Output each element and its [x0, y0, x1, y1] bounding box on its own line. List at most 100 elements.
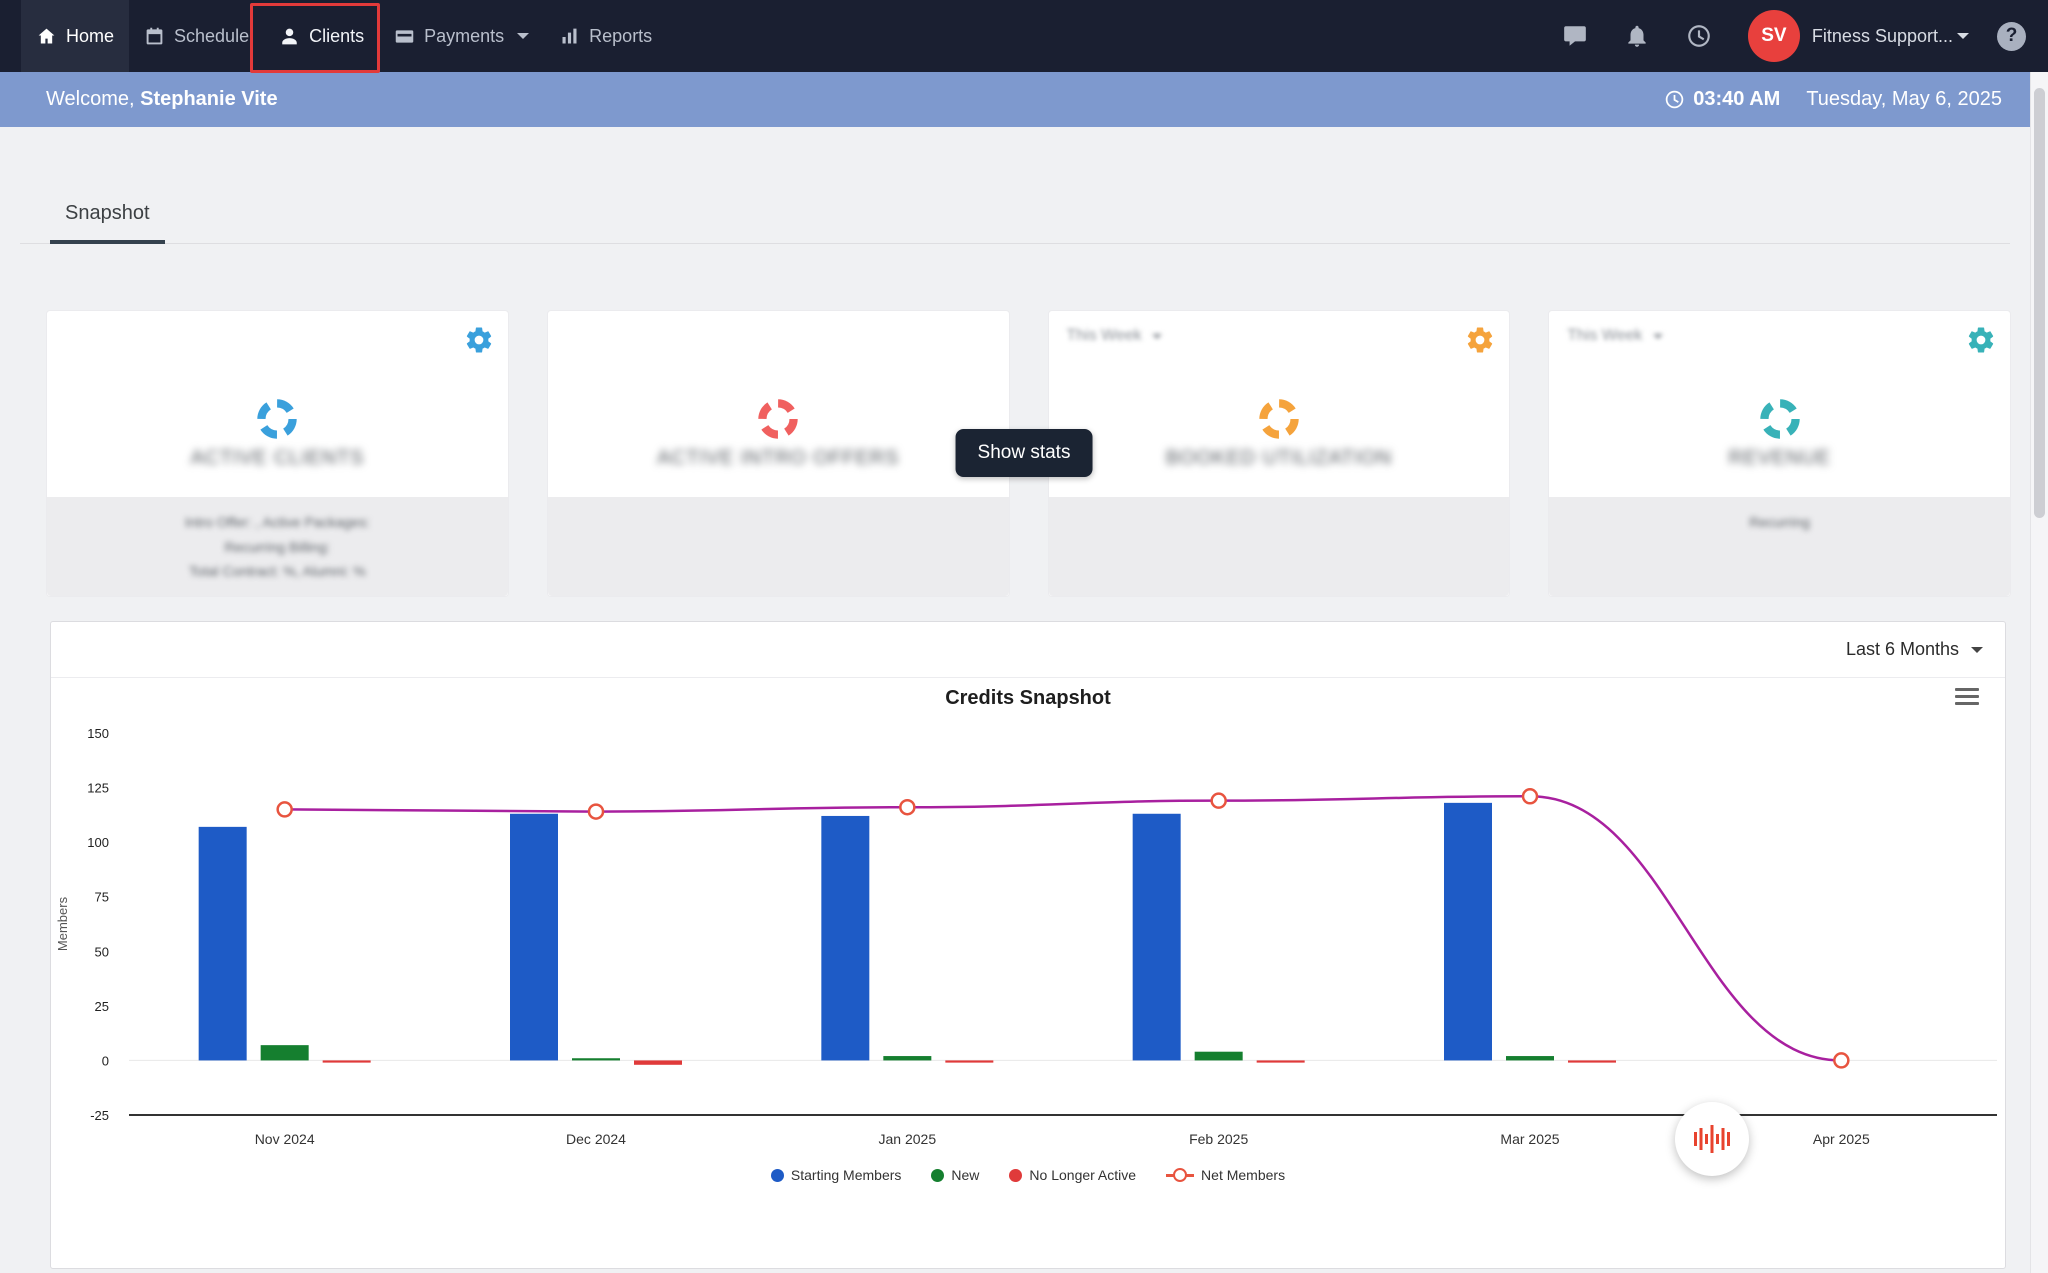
footer-line: Total Contract: %, Alumni: % — [189, 563, 366, 579]
loading-donut-icon — [1758, 397, 1802, 441]
credits-chart: 150 125 100 75 50 25 0 -25 Members Nov 2024 Dec 20… — [55, 726, 1997, 1147]
calendar-icon — [144, 26, 165, 47]
svg-text:Apr 2025: Apr 2025 — [1813, 1131, 1870, 1147]
legend-dot-icon — [1009, 1168, 1023, 1182]
chart-menu-icon[interactable] — [1955, 688, 1979, 709]
loading-donut-icon — [255, 397, 299, 441]
chart-panel-header: Last 6 Months — [51, 622, 2005, 678]
card-footer — [547, 497, 1009, 596]
svg-text:Dec 2024: Dec 2024 — [566, 1131, 626, 1147]
svg-text:100: 100 — [87, 835, 109, 850]
card-title: ACTIVE CLIENTS — [190, 447, 365, 469]
payments-icon — [394, 26, 415, 47]
card-title: REVENUE — [1728, 447, 1831, 469]
range-selector[interactable]: Last 6 Months — [1846, 639, 1983, 660]
svg-text:150: 150 — [87, 726, 109, 741]
tab-bar: Snapshot — [20, 187, 2010, 244]
card-body: This Week BOOKED UTILIZATION — [1049, 311, 1510, 497]
chevron-down-icon — [517, 33, 530, 39]
welcome-greeting: Welcome, Stephanie Vite — [46, 88, 278, 110]
card-title: BOOKED UTILIZATION — [1165, 447, 1393, 469]
svg-text:125: 125 — [87, 781, 109, 796]
clock-icon[interactable] — [1686, 23, 1712, 49]
chevron-down-icon — [1652, 333, 1663, 339]
nav-item-payments[interactable]: Payments — [379, 0, 544, 72]
nav-label-home: Home — [66, 25, 115, 46]
dashboard-page: Home Schedule Clients Payments Reports S… — [0, 0, 2048, 1273]
current-date: Tuesday, May 6, 2025 — [1806, 88, 2002, 110]
welcome-bar: Welcome, Stephanie Vite 03:40 AM Tuesday… — [0, 72, 2048, 127]
svg-text:25: 25 — [95, 999, 109, 1014]
clock-icon — [1664, 89, 1685, 110]
period-selector[interactable]: This Week — [1067, 327, 1162, 345]
card-body: This Week REVENUE — [1549, 311, 2010, 497]
stat-card-booked-utilization: This Week BOOKED UTILIZATION — [1047, 310, 1511, 597]
user-icon — [279, 26, 300, 47]
nav-label-schedule: Schedule — [174, 25, 250, 46]
chart-title: Credits Snapshot — [945, 687, 1111, 709]
show-stats-button[interactable]: Show stats — [955, 429, 1093, 477]
legend-label: Net Members — [1201, 1167, 1286, 1183]
card-body: ACTIVE INTRO OFFERS — [548, 311, 1009, 497]
loading-donut-icon — [1257, 397, 1301, 441]
chevron-down-icon — [1971, 646, 1983, 653]
legend-dot-icon — [770, 1168, 784, 1182]
card-body: ACTIVE CLIENTS — [47, 311, 508, 497]
card-footer: Intro Offer: , Active Packages: Recurrin… — [47, 497, 508, 596]
home-icon — [36, 26, 57, 47]
equalizer-bars-icon — [1694, 1125, 1730, 1153]
footer-line: Recurring — [1749, 514, 1810, 530]
bell-icon[interactable] — [1624, 23, 1650, 49]
nav-right-cluster: SV Fitness Support... ? — [1562, 0, 2048, 72]
card-footer — [1048, 497, 1510, 596]
legend-item-net-members[interactable]: Net Members — [1166, 1167, 1285, 1183]
legend-label: New — [951, 1167, 980, 1183]
current-time: 03:40 AM — [1664, 88, 1780, 111]
gear-icon[interactable] — [1966, 325, 1996, 355]
welcome-right: 03:40 AM Tuesday, May 6, 2025 — [1664, 88, 2002, 111]
avatar[interactable]: SV — [1747, 10, 1800, 62]
scrollbar-thumb[interactable] — [2034, 88, 2045, 518]
legend-label: Starting Members — [790, 1167, 902, 1183]
svg-text:0: 0 — [102, 1053, 109, 1068]
nav-item-home[interactable]: Home — [21, 0, 130, 72]
stat-card-active-intro-offers: ACTIVE INTRO OFFERS — [546, 310, 1010, 597]
legend-dot-icon — [931, 1168, 945, 1182]
chat-icon[interactable] — [1562, 23, 1588, 49]
legend-item-new[interactable]: New — [931, 1167, 979, 1183]
card-footer: Recurring — [1549, 497, 2010, 596]
gear-icon[interactable] — [464, 325, 494, 355]
scrollbar-track — [2030, 72, 2048, 1273]
svg-text:Nov 2024: Nov 2024 — [255, 1131, 315, 1147]
footer-line: Intro Offer: , Active Packages: — [184, 514, 370, 530]
loading-spinner — [1675, 1102, 1749, 1176]
nav-label-payments: Payments — [424, 25, 505, 46]
svg-text:Mar 2025: Mar 2025 — [1500, 1131, 1559, 1147]
card-title: ACTIVE INTRO OFFERS — [657, 447, 900, 469]
svg-text:50: 50 — [95, 944, 109, 959]
svg-text:-25: -25 — [90, 1108, 109, 1123]
chevron-down-icon[interactable] — [1957, 33, 1969, 39]
chevron-down-icon — [1151, 333, 1162, 339]
account-menu[interactable]: Fitness Support... — [1812, 26, 1953, 47]
legend-item-starting-members[interactable]: Starting Members — [770, 1167, 902, 1183]
nav-item-schedule[interactable]: Schedule — [129, 0, 264, 72]
nav-item-reports[interactable]: Reports — [544, 0, 667, 72]
nav-label-clients: Clients — [309, 25, 365, 46]
legend-item-no-longer-active[interactable]: No Longer Active — [1009, 1167, 1136, 1183]
loading-donut-icon — [756, 397, 800, 441]
svg-text:Feb 2025: Feb 2025 — [1189, 1131, 1248, 1147]
reports-icon — [559, 26, 580, 47]
svg-text:75: 75 — [95, 890, 109, 905]
gear-icon[interactable] — [1465, 325, 1495, 355]
nav-item-clients[interactable]: Clients — [264, 0, 379, 72]
credits-snapshot-panel: Last 6 Months Credits Snapshot 150 125 100… — [50, 621, 2006, 1269]
range-selector-label: Last 6 Months — [1845, 639, 1959, 659]
svg-text:Jan 2025: Jan 2025 — [879, 1131, 937, 1147]
tab-snapshot[interactable]: Snapshot — [50, 187, 165, 244]
legend-label: No Longer Active — [1029, 1167, 1137, 1183]
top-nav: Home Schedule Clients Payments Reports S… — [0, 0, 2048, 72]
help-icon[interactable]: ? — [1997, 21, 2026, 51]
period-selector[interactable]: This Week — [1567, 327, 1663, 345]
stat-card-active-clients: ACTIVE CLIENTS Intro Offer: , Active Pac… — [46, 310, 509, 597]
